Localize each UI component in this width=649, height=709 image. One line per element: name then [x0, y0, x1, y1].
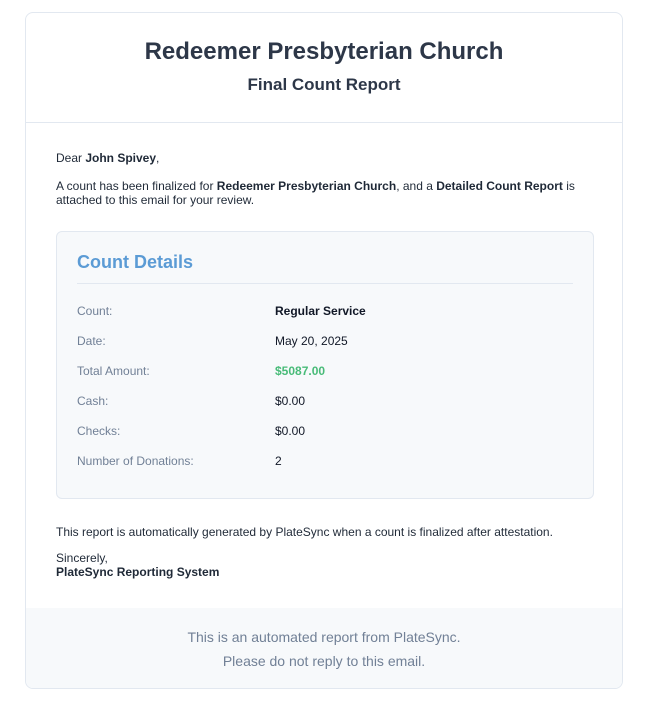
footer-line-1: This is an automated report from PlateSy…: [187, 629, 461, 645]
email-body: Dear John Spivey, A count has been final…: [26, 123, 622, 579]
checks-value: $0.00: [275, 424, 306, 438]
footer-line-2: Please do not reply to this email.: [222, 653, 426, 669]
greeting-prefix: Dear: [56, 151, 86, 165]
auto-generated-note: This report is automatically generated b…: [56, 525, 553, 539]
detail-row-count: Count: Regular Service: [77, 304, 573, 334]
count-value: Regular Service: [275, 304, 366, 318]
detail-row-total: Total Amount: $5087.00: [77, 364, 573, 394]
date-value: May 20, 2025: [275, 334, 348, 348]
detail-row-date: Date: May 20, 2025: [77, 334, 573, 364]
intro-text-2: , and a: [396, 179, 437, 193]
donations-label: Number of Donations:: [77, 454, 194, 468]
intro-paragraph: A count has been finalized for Redeemer …: [56, 179, 592, 207]
greeting: Dear John Spivey,: [56, 151, 592, 165]
email-header: Redeemer Presbyterian Church Final Count…: [26, 13, 622, 123]
signoff: Sincerely, PlateSync Reporting System: [56, 551, 592, 579]
checks-label: Checks:: [77, 424, 121, 438]
intro-report-name: Detailed Count Report: [436, 179, 563, 193]
org-title: Redeemer Presbyterian Church: [144, 38, 504, 65]
count-details-title: Count Details: [77, 252, 573, 284]
detail-row-checks: Checks: $0.00: [77, 424, 573, 454]
recipient-name: John Spivey: [85, 151, 157, 165]
count-details-box: Count Details Count: Regular Service Dat…: [56, 231, 594, 499]
date-label: Date:: [77, 334, 106, 348]
cash-value: $0.00: [275, 394, 306, 408]
detail-row-cash: Cash: $0.00: [77, 394, 573, 424]
intro-org-name: Redeemer Presbyterian Church: [216, 179, 397, 193]
email-footer: This is an automated report from PlateSy…: [26, 608, 622, 688]
total-amount-value: $5087.00: [275, 364, 326, 378]
greeting-suffix: ,: [156, 151, 160, 165]
donations-value: 2: [275, 454, 282, 468]
email-card: Redeemer Presbyterian Church Final Count…: [25, 12, 623, 689]
count-details-rows: Count: Regular Service Date: May 20, 202…: [77, 304, 573, 484]
sender-name: PlateSync Reporting System: [56, 565, 220, 579]
sincerely-text: Sincerely,: [56, 551, 108, 565]
intro-text-1: A count has been finalized for: [56, 179, 217, 193]
cash-label: Cash:: [77, 394, 109, 408]
total-amount-label: Total Amount:: [77, 364, 150, 378]
count-label: Count:: [77, 304, 113, 318]
report-title: Final Count Report: [247, 75, 401, 94]
detail-row-donations: Number of Donations: 2: [77, 454, 573, 484]
